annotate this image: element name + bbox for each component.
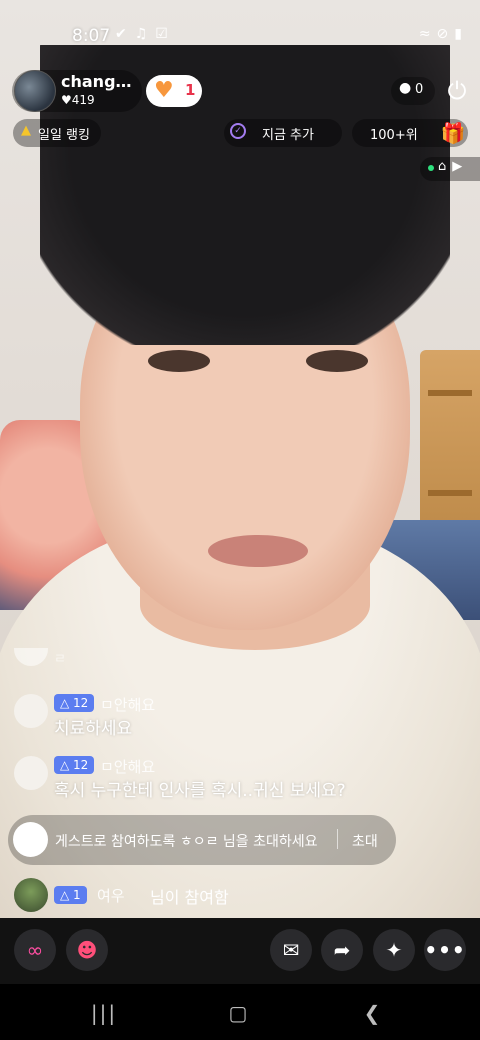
host-likes: ♥419 (61, 93, 95, 107)
heart-icon: ♥ (154, 78, 174, 103)
join-avatar[interactable] (14, 878, 48, 912)
status-right-icons: ≈⊘▮ (418, 26, 468, 42)
host-likes-count: 419 (71, 93, 95, 107)
chat-username[interactable]: ㅁ안해요 (100, 756, 155, 777)
more-icon[interactable]: ••• (424, 929, 466, 971)
home-icon[interactable]: ▢ (218, 998, 258, 1028)
status-time: 8:07 (72, 26, 111, 46)
invite-text: 게스트로 참여하도록 ㅎㅇㄹ 님을 초대하세요 (55, 834, 318, 850)
mouth (208, 535, 308, 567)
follow-count: 1 (185, 81, 196, 99)
add-now-label: 지금 추가 (262, 128, 314, 143)
level-badge-value: 12 (73, 758, 89, 772)
invite-avatar (13, 822, 48, 857)
level-badge: △ 1 (54, 886, 87, 904)
chat-avatar (14, 648, 48, 666)
chat-icon[interactable]: ✉ (270, 929, 312, 971)
target-icon: ✓ (230, 123, 246, 139)
chat-avatar[interactable] (14, 756, 48, 790)
people-icon[interactable]: ☻ (66, 929, 108, 971)
right-eye (306, 350, 368, 372)
join-username[interactable]: 여우 (97, 885, 125, 906)
gift-icon: 🎁 (440, 121, 466, 145)
chat-username[interactable]: ㅁ안해요 (100, 694, 155, 715)
live-dot-icon (428, 165, 434, 171)
link-icon[interactable]: ∞ (14, 929, 56, 971)
status-bar: 8:07 ✔♫☑ ≈⊘▮ (0, 22, 480, 50)
chat-text: 혹시 누구한테 인사를 혹시..귀신 보세요? (54, 781, 346, 801)
viewer-count: 0 (415, 82, 424, 97)
level-badge: △ 12 (54, 756, 95, 774)
chat-text: 치료하세요 (54, 719, 133, 739)
status-left-icons: ✔♫☑ (115, 26, 176, 42)
join-notice: △ 1 여우 님이 참여함 (14, 878, 434, 912)
recent-apps-icon[interactable]: ||| (84, 998, 124, 1028)
power-icon[interactable]: ⏻ (442, 76, 472, 106)
magic-wand-icon[interactable]: ✦ (373, 929, 415, 971)
heart-icon: ♥ (61, 93, 72, 107)
invite-button[interactable]: 초대 (352, 831, 378, 851)
left-eye (148, 350, 210, 372)
host-avatar[interactable] (14, 70, 56, 112)
level-badge-value: 1 (73, 888, 81, 902)
chat-avatar[interactable] (14, 694, 48, 728)
faded-chat-message: ㄹ (14, 648, 74, 667)
level-badge-value: 12 (73, 696, 89, 710)
fire-icon: ▲ (21, 123, 31, 138)
back-icon[interactable]: ❮ (352, 998, 392, 1028)
share-icon[interactable]: ➦ (321, 929, 363, 971)
host-name: changh... (61, 72, 139, 91)
person-icon: ● (399, 80, 412, 96)
rank-position-label: 100+위 (370, 128, 418, 143)
join-text: 님이 참여함 (150, 888, 229, 907)
daily-ranking-label: 일일 랭킹 (38, 128, 90, 143)
level-badge: △ 12 (54, 694, 95, 712)
divider (337, 829, 338, 849)
home-play-icon: ⌂▶ (438, 159, 469, 174)
viewer-count-button[interactable] (391, 77, 435, 105)
chat-text: ㄹ (54, 652, 66, 667)
